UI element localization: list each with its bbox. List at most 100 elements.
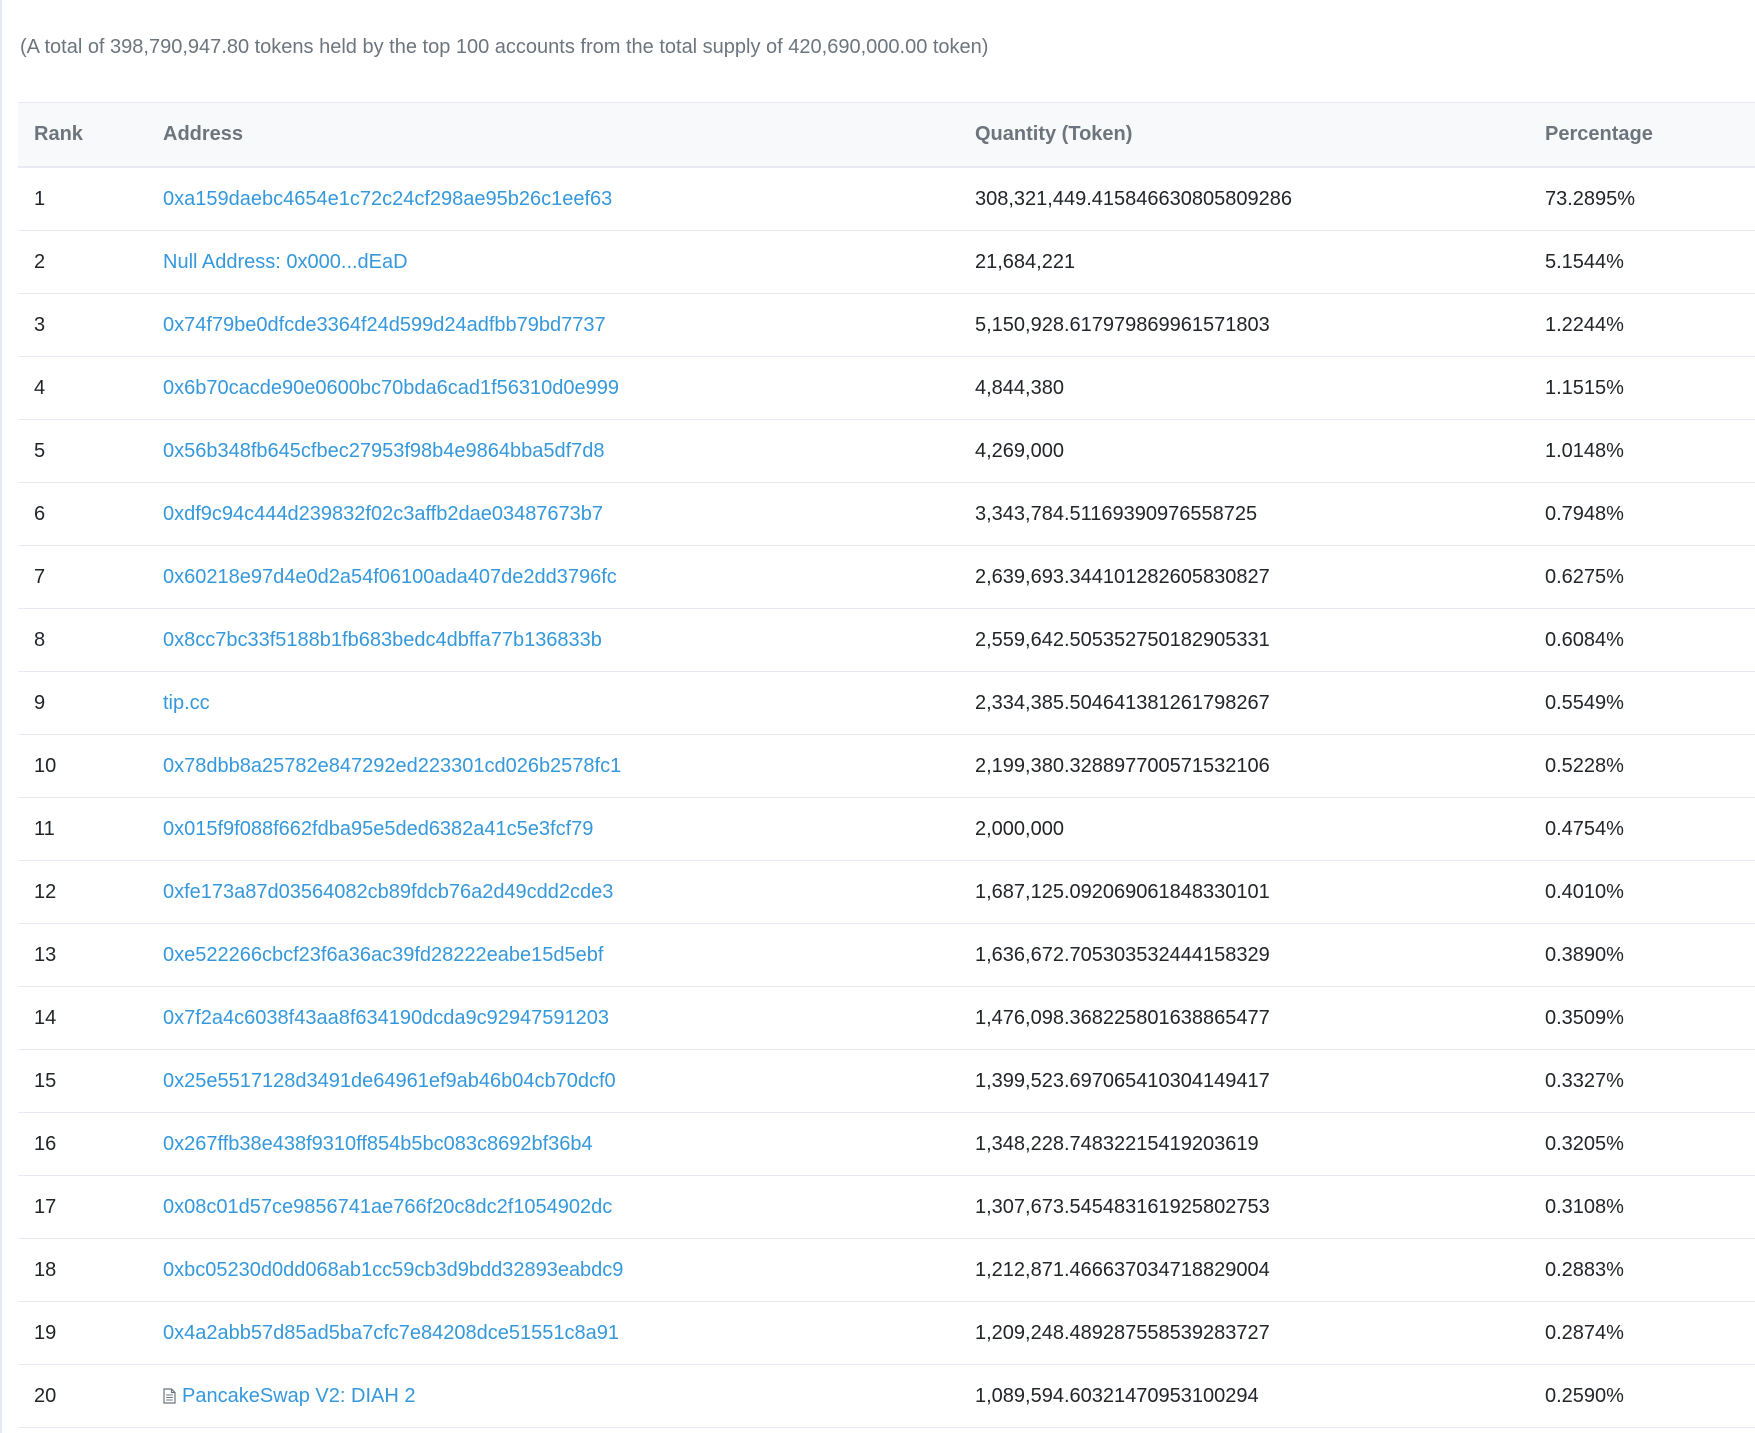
left-border: [0, 0, 2, 1433]
table-row: 13 0xe522266cbcf23f6a36ac39fd28222eabe15…: [18, 923, 1755, 987]
percentage-cell: 0.2874%: [1545, 1301, 1755, 1365]
address-text: 0xbc05230d0dd068ab1cc59cb3d9bdd32893eabd…: [163, 1258, 624, 1281]
address-link[interactable]: 0x78dbb8a25782e847292ed223301cd026b2578f…: [163, 755, 621, 777]
address-link[interactable]: 0x74f79be0dfcde3364f24d599d24adfbb79bd77…: [163, 314, 606, 336]
address-text: 0x25e5517128d3491de64961ef9ab46b04cb70dc…: [163, 1069, 616, 1092]
table-row: 10 0x78dbb8a25782e847292ed223301cd026b25…: [18, 734, 1755, 798]
address-cell: 0x74f79be0dfcde3364f24d599d24adfbb79bd77…: [163, 293, 975, 357]
rank-cell: 16: [18, 1112, 163, 1176]
address-link[interactable]: 0x7f2a4c6038f43aa8f634190dcda9c929475912…: [163, 1007, 609, 1029]
table-row: 7 0x60218e97d4e0d2a54f06100ada407de2dd37…: [18, 545, 1755, 609]
document-icon: [163, 1387, 176, 1404]
quantity-cell: 308,321,449.415846630805809286: [975, 167, 1545, 231]
address-link[interactable]: 0xe522266cbcf23f6a36ac39fd28222eabe15d5e…: [163, 944, 603, 966]
address-text: 0x60218e97d4e0d2a54f06100ada407de2dd3796…: [163, 565, 617, 588]
quantity-cell: 2,199,380.328897700571532106: [975, 734, 1545, 798]
table-row: 16 0x267ffb38e438f9310ff854b5bc083c8692b…: [18, 1112, 1755, 1176]
rank-cell: 1: [18, 167, 163, 231]
address-text: 0xa159daebc4654e1c72c24cf298ae95b26c1eef…: [163, 187, 613, 210]
address-text: 0x74f79be0dfcde3364f24d599d24adfbb79bd77…: [163, 313, 606, 336]
address-cell: 0x6b70cacde90e0600bc70bda6cad1f56310d0e9…: [163, 356, 975, 420]
holders-table-container: Rank Address Quantity (Token) Percentage…: [18, 102, 1755, 1428]
table-row: 17 0x08c01d57ce9856741ae766f20c8dc2f1054…: [18, 1175, 1755, 1239]
percentage-cell: 0.6275%: [1545, 545, 1755, 609]
quantity-cell: 21,684,221: [975, 230, 1545, 294]
address-cell: 0xa159daebc4654e1c72c24cf298ae95b26c1eef…: [163, 167, 975, 231]
rank-cell: 5: [18, 419, 163, 483]
address-link[interactable]: 0x267ffb38e438f9310ff854b5bc083c8692bf36…: [163, 1133, 593, 1155]
address-cell: 0x78dbb8a25782e847292ed223301cd026b2578f…: [163, 734, 975, 798]
address-cell: 0x8cc7bc33f5188b1fb683bedc4dbffa77b13683…: [163, 608, 975, 672]
rank-cell: 9: [18, 671, 163, 735]
table-row: 6 0xdf9c94c444d239832f02c3affb2dae034876…: [18, 482, 1755, 546]
address-text: 0x8cc7bc33f5188b1fb683bedc4dbffa77b13683…: [163, 628, 602, 651]
rank-cell: 7: [18, 545, 163, 609]
table-row: 3 0x74f79be0dfcde3364f24d599d24adfbb79bd…: [18, 293, 1755, 357]
address-text: 0x267ffb38e438f9310ff854b5bc083c8692bf36…: [163, 1132, 593, 1155]
table-row: 19 0x4a2abb57d85ad5ba7cfc7e84208dce51551…: [18, 1301, 1755, 1365]
quantity-cell: 1,476,098.368225801638865477: [975, 986, 1545, 1050]
quantity-cell: 4,844,380: [975, 356, 1545, 420]
address-link[interactable]: 0xdf9c94c444d239832f02c3affb2dae03487673…: [163, 503, 603, 525]
address-link[interactable]: 0x015f9f088f662fdba95e5ded6382a41c5e3fcf…: [163, 818, 593, 840]
address-text: Null Address: 0x000...dEaD: [163, 250, 408, 273]
address-text: 0xe522266cbcf23f6a36ac39fd28222eabe15d5e…: [163, 943, 604, 966]
address-link[interactable]: 0x25e5517128d3491de64961ef9ab46b04cb70dc…: [163, 1070, 616, 1092]
address-cell: 0xdf9c94c444d239832f02c3affb2dae03487673…: [163, 482, 975, 546]
address-link[interactable]: 0x60218e97d4e0d2a54f06100ada407de2dd3796…: [163, 566, 617, 588]
percentage-cell: 0.5228%: [1545, 734, 1755, 798]
address-link[interactable]: Null Address: 0x000...dEaD: [163, 251, 408, 273]
table-row: 1 0xa159daebc4654e1c72c24cf298ae95b26c1e…: [18, 167, 1755, 231]
quantity-cell: 3,343,784.51169390976558725: [975, 482, 1545, 546]
address-link[interactable]: 0xfe173a87d03564082cb89fdcb76a2d49cdd2cd…: [163, 881, 613, 903]
table-header: Rank Address Quantity (Token) Percentage: [18, 102, 1755, 168]
address-link[interactable]: 0x8cc7bc33f5188b1fb683bedc4dbffa77b13683…: [163, 629, 602, 651]
header-quantity: Quantity (Token): [975, 102, 1545, 168]
rank-cell: 15: [18, 1049, 163, 1113]
table-row: 20 PancakeSwap V2: DIAH 2 1,089,594.6032…: [18, 1364, 1755, 1428]
address-cell: 0xfe173a87d03564082cb89fdcb76a2d49cdd2cd…: [163, 860, 975, 924]
address-cell: tip.cc: [163, 671, 975, 735]
quantity-cell: 2,559,642.505352750182905331: [975, 608, 1545, 672]
quantity-cell: 1,636,672.705303532444158329: [975, 923, 1545, 987]
quantity-cell: 2,639,693.344101282605830827: [975, 545, 1545, 609]
address-link[interactable]: 0x56b348fb645cfbec27953f98b4e9864bba5df7…: [163, 440, 605, 462]
rank-cell: 8: [18, 608, 163, 672]
address-text: 0x4a2abb57d85ad5ba7cfc7e84208dce51551c8a…: [163, 1321, 619, 1344]
header-row: Rank Address Quantity (Token) Percentage: [18, 102, 1755, 168]
address-link[interactable]: PancakeSwap V2: DIAH 2: [163, 1385, 415, 1407]
percentage-cell: 0.3327%: [1545, 1049, 1755, 1113]
percentage-cell: 0.3890%: [1545, 923, 1755, 987]
quantity-cell: 2,000,000: [975, 797, 1545, 861]
rank-cell: 20: [18, 1364, 163, 1428]
rank-cell: 6: [18, 482, 163, 546]
table-row: 5 0x56b348fb645cfbec27953f98b4e9864bba5d…: [18, 419, 1755, 483]
address-link[interactable]: 0xbc05230d0dd068ab1cc59cb3d9bdd32893eabd…: [163, 1259, 623, 1281]
address-cell: 0x08c01d57ce9856741ae766f20c8dc2f1054902…: [163, 1175, 975, 1239]
address-link[interactable]: 0x6b70cacde90e0600bc70bda6cad1f56310d0e9…: [163, 377, 619, 399]
address-text: 0x7f2a4c6038f43aa8f634190dcda9c929475912…: [163, 1006, 609, 1029]
address-text: 0x6b70cacde90e0600bc70bda6cad1f56310d0e9…: [163, 376, 619, 399]
quantity-cell: 1,212,871.466637034718829004: [975, 1238, 1545, 1302]
table-row: 15 0x25e5517128d3491de64961ef9ab46b04cb7…: [18, 1049, 1755, 1113]
rank-cell: 4: [18, 356, 163, 420]
table-row: 11 0x015f9f088f662fdba95e5ded6382a41c5e3…: [18, 797, 1755, 861]
rank-cell: 13: [18, 923, 163, 987]
quantity-cell: 1,307,673.545483161925802753: [975, 1175, 1545, 1239]
address-text: 0x78dbb8a25782e847292ed223301cd026b2578f…: [163, 754, 622, 777]
table-body: 1 0xa159daebc4654e1c72c24cf298ae95b26c1e…: [18, 167, 1755, 1428]
address-link[interactable]: tip.cc: [163, 692, 210, 714]
percentage-cell: 0.4754%: [1545, 797, 1755, 861]
header-rank: Rank: [18, 102, 163, 168]
address-link[interactable]: 0x08c01d57ce9856741ae766f20c8dc2f1054902…: [163, 1196, 612, 1218]
quantity-cell: 1,687,125.092069061848330101: [975, 860, 1545, 924]
address-link[interactable]: 0x4a2abb57d85ad5ba7cfc7e84208dce51551c8a…: [163, 1322, 619, 1344]
table-row: 18 0xbc05230d0dd068ab1cc59cb3d9bdd32893e…: [18, 1238, 1755, 1302]
address-link[interactable]: 0xa159daebc4654e1c72c24cf298ae95b26c1eef…: [163, 188, 612, 210]
address-cell: Null Address: 0x000...dEaD: [163, 230, 975, 294]
rank-cell: 19: [18, 1301, 163, 1365]
address-text: 0x56b348fb645cfbec27953f98b4e9864bba5df7…: [163, 439, 605, 462]
holders-summary: (A total of 398,790,947.80 tokens held b…: [20, 36, 989, 58]
rank-cell: 11: [18, 797, 163, 861]
percentage-cell: 0.6084%: [1545, 608, 1755, 672]
